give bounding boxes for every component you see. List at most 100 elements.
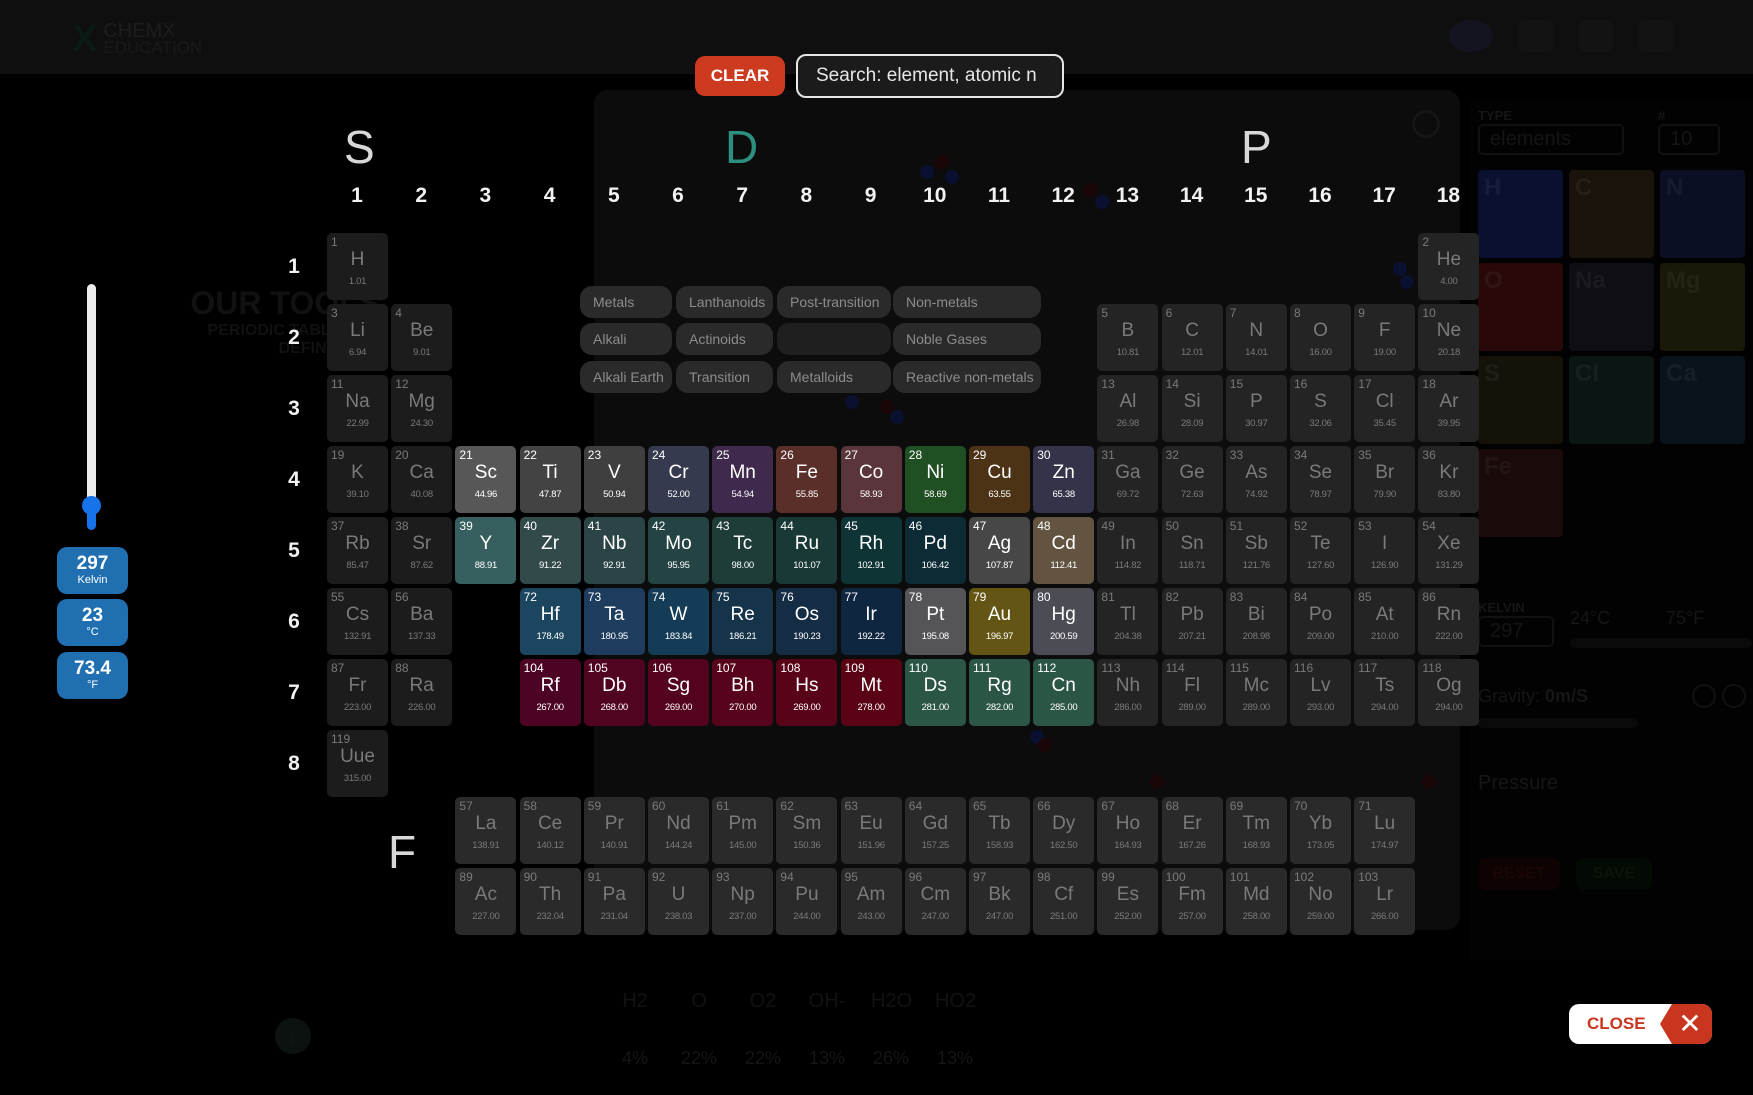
element-tile-b[interactable]: 5 B 10.81 <box>1097 304 1159 371</box>
element-tile-ru[interactable]: 44 Ru 101.07 <box>776 517 838 584</box>
element-tile-pu[interactable]: 94 Pu 244.00 <box>776 868 838 935</box>
element-tile-mc[interactable]: 115 Mc 289.00 <box>1225 659 1287 726</box>
element-tile-pr[interactable]: 59 Pr 140.91 <box>583 797 645 864</box>
gravity-decrease-icon[interactable] <box>1692 684 1716 708</box>
sample-card-na[interactable]: Na <box>1569 263 1654 351</box>
element-tile-ra[interactable]: 88 Ra 226.00 <box>391 659 453 726</box>
element-tile-li[interactable]: 3 Li 6.94 <box>327 304 388 371</box>
element-tile-ts[interactable]: 117 Ts 294.00 <box>1354 659 1416 726</box>
element-tile-sn[interactable]: 50 Sn 118.71 <box>1161 517 1223 584</box>
element-tile-pb[interactable]: 82 Pb 207.21 <box>1161 588 1223 655</box>
sample-card-mg[interactable]: Mg <box>1660 263 1745 351</box>
sample-card-fe[interactable]: Fe <box>1478 449 1563 537</box>
type-select[interactable]: elements <box>1478 124 1624 155</box>
element-tile-mg[interactable]: 12 Mg 24.30 <box>391 375 453 442</box>
element-tile-nh[interactable]: 113 Nh 286.00 <box>1097 659 1159 726</box>
element-tile-in[interactable]: 49 In 114.82 <box>1097 517 1159 584</box>
element-tile-pt[interactable]: 78 Pt 195.08 <box>904 588 966 655</box>
element-tile-bk[interactable]: 97 Bk 247.00 <box>969 868 1030 935</box>
element-tile-se[interactable]: 34 Se 78.97 <box>1290 446 1351 513</box>
element-tile-dy[interactable]: 66 Dy 162.50 <box>1033 797 1095 864</box>
element-tile-as[interactable]: 33 As 74.92 <box>1225 446 1287 513</box>
element-tile-fr[interactable]: 87 Fr 223.00 <box>327 659 388 726</box>
element-tile-w[interactable]: 74 W 183.84 <box>648 588 709 655</box>
filter-non-metals[interactable]: Non-metals <box>893 286 1041 318</box>
element-tile-kr[interactable]: 36 Kr 83.80 <box>1418 446 1480 513</box>
element-tile-nb[interactable]: 41 Nb 92.91 <box>583 517 645 584</box>
element-tile-na[interactable]: 11 Na 22.99 <box>327 375 388 442</box>
element-tile-cn[interactable]: 112 Cn 285.00 <box>1033 659 1095 726</box>
element-tile-ge[interactable]: 32 Ge 72.63 <box>1161 446 1223 513</box>
element-tile-fl[interactable]: 114 Fl 289.00 <box>1161 659 1223 726</box>
periodic-table-icon[interactable] <box>1519 20 1553 52</box>
element-tile-eu[interactable]: 63 Eu 151.96 <box>840 797 902 864</box>
element-tile-at[interactable]: 85 At 210.00 <box>1354 588 1416 655</box>
thermometer-handle[interactable] <box>82 495 101 515</box>
element-tile-c[interactable]: 6 C 12.01 <box>1161 304 1223 371</box>
element-tile-tm[interactable]: 69 Tm 168.93 <box>1225 797 1287 864</box>
element-tile-ga[interactable]: 31 Ga 69.72 <box>1097 446 1159 513</box>
thermometer-track[interactable] <box>87 284 96 520</box>
element-tile-bh[interactable]: 107 Bh 270.00 <box>712 659 774 726</box>
element-tile-ir[interactable]: 77 Ir 192.22 <box>840 588 902 655</box>
element-tile-lu[interactable]: 71 Lu 174.97 <box>1354 797 1416 864</box>
element-tile-md[interactable]: 101 Md 258.00 <box>1225 868 1287 935</box>
element-tile-pa[interactable]: 91 Pa 231.04 <box>583 868 645 935</box>
filter-metalloids[interactable]: Metalloids <box>777 361 891 393</box>
element-tile-ne[interactable]: 10 Ne 20.18 <box>1418 304 1480 371</box>
element-tile-tl[interactable]: 81 Tl 204.38 <box>1097 588 1159 655</box>
element-tile-po[interactable]: 84 Po 209.00 <box>1290 588 1351 655</box>
element-tile-i[interactable]: 53 I 126.90 <box>1354 517 1416 584</box>
element-tile-te[interactable]: 52 Te 127.60 <box>1290 517 1351 584</box>
element-tile-rg[interactable]: 111 Rg 282.00 <box>969 659 1030 726</box>
element-tile-sr[interactable]: 38 Sr 87.62 <box>391 517 453 584</box>
element-tile-cs[interactable]: 55 Cs 132.91 <box>327 588 388 655</box>
gravity-increase-icon[interactable] <box>1722 684 1746 708</box>
element-tile-tc[interactable]: 43 Tc 98.00 <box>712 517 774 584</box>
element-tile-tb[interactable]: 65 Tb 158.93 <box>969 797 1030 864</box>
gravity-slider[interactable] <box>1478 718 1638 728</box>
clear-button[interactable]: CLEAR <box>695 56 785 96</box>
filter-post-transition[interactable]: Post-transition <box>777 286 891 318</box>
element-tile-lv[interactable]: 116 Lv 293.00 <box>1290 659 1351 726</box>
element-tile-co[interactable]: 27 Co 58.93 <box>840 446 902 513</box>
element-tile-al[interactable]: 13 Al 26.98 <box>1097 375 1159 442</box>
scroll-down-icon[interactable]: ↓ <box>275 1018 311 1054</box>
sample-card-cl[interactable]: Cl <box>1569 356 1654 444</box>
element-tile-k[interactable]: 19 K 39.10 <box>327 446 388 513</box>
element-tile-rb[interactable]: 37 Rb 85.47 <box>327 517 388 584</box>
element-tile-ds[interactable]: 110 Ds 281.00 <box>904 659 966 726</box>
element-tile-pd[interactable]: 46 Pd 106.42 <box>904 517 966 584</box>
element-tile-nd[interactable]: 60 Nd 144.24 <box>648 797 709 864</box>
element-tile-ca[interactable]: 20 Ca 40.08 <box>391 446 453 513</box>
element-tile-cr[interactable]: 24 Cr 52.00 <box>648 446 709 513</box>
element-tile-au[interactable]: 79 Au 196.97 <box>969 588 1030 655</box>
element-tile-hg[interactable]: 80 Hg 200.59 <box>1033 588 1095 655</box>
element-tile-ar[interactable]: 18 Ar 39.95 <box>1418 375 1480 442</box>
element-tile-s[interactable]: 16 S 32.06 <box>1290 375 1351 442</box>
element-tile-bi[interactable]: 83 Bi 208.98 <box>1225 588 1287 655</box>
filter-metals[interactable]: Metals <box>580 286 672 318</box>
element-tile-ti[interactable]: 22 Ti 47.87 <box>519 446 581 513</box>
element-tile-yb[interactable]: 70 Yb 173.05 <box>1290 797 1351 864</box>
element-tile-be[interactable]: 4 Be 9.01 <box>391 304 453 371</box>
temperature-slider[interactable] <box>1570 638 1752 648</box>
element-tile-np[interactable]: 93 Np 237.00 <box>712 868 774 935</box>
element-tile-si[interactable]: 14 Si 28.09 <box>1161 375 1223 442</box>
element-tile-h[interactable]: 1 H 1.01 <box>327 233 388 300</box>
element-tile-os[interactable]: 76 Os 190.23 <box>776 588 838 655</box>
element-tile-uue[interactable]: 119 Uue 315.00 <box>327 730 388 797</box>
element-tile-ac[interactable]: 89 Ac 227.00 <box>455 868 517 935</box>
element-tile-p[interactable]: 15 P 30.97 <box>1225 375 1287 442</box>
filter-alkali-earth[interactable]: Alkali Earth <box>580 361 672 393</box>
element-tile-ni[interactable]: 28 Ni 58.69 <box>904 446 966 513</box>
element-tile-rn[interactable]: 86 Rn 222.00 <box>1418 588 1480 655</box>
language-flag-icon[interactable] <box>1449 20 1493 52</box>
element-tile-v[interactable]: 23 V 50.94 <box>583 446 645 513</box>
sample-card-s[interactable]: S <box>1478 356 1563 444</box>
book-icon[interactable] <box>1639 20 1673 52</box>
element-tile-re[interactable]: 75 Re 186.21 <box>712 588 774 655</box>
element-tile-mn[interactable]: 25 Mn 54.94 <box>712 446 774 513</box>
element-tile-u[interactable]: 92 U 238.03 <box>648 868 709 935</box>
element-tile-am[interactable]: 95 Am 243.00 <box>840 868 902 935</box>
